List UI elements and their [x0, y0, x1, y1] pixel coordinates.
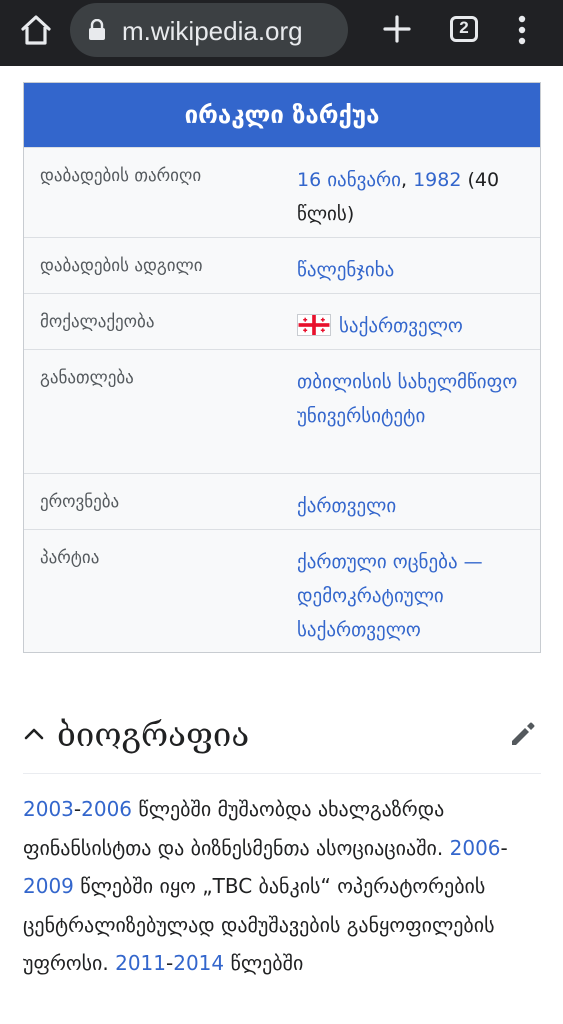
georgia-flag-icon	[297, 314, 331, 336]
more-menu-button[interactable]	[509, 12, 535, 48]
birth-place-link[interactable]: წალენჯიხა	[297, 259, 394, 281]
tab-count: 2	[459, 18, 469, 37]
infobox-row-citizenship: მოქალაქეობა საქართველო	[24, 293, 540, 349]
year-link[interactable]: 2003	[23, 797, 74, 821]
home-button[interactable]	[18, 12, 54, 48]
row-label: დაბადების თარიღი	[40, 166, 202, 186]
year-link[interactable]: 2006	[450, 836, 501, 860]
infobox-row-education: განათლება თბილისის სახელმწიფო უნივერსიტე…	[24, 349, 540, 473]
row-label: პარტია	[40, 548, 100, 568]
infobox-row-ethnicity: ეროვნება ქართველი	[24, 473, 540, 529]
infobox-row-birth-place: დაბადების ადგილი წალენჯიხა	[24, 237, 540, 293]
birth-year-link[interactable]: 1982	[413, 169, 461, 191]
row-label: ეროვნება	[40, 492, 120, 512]
infobox: ირაკლი ზარქუა დაბადების თარიღი 16 იანვარ…	[23, 82, 541, 653]
row-value: წალენჯიხა	[297, 238, 540, 287]
education-link[interactable]: თბილისის სახელმწიფო უნივერსიტეტი	[297, 371, 517, 427]
citizenship-link[interactable]: საქართველო	[339, 315, 463, 337]
section-title: ბიოგრაფია	[57, 715, 250, 754]
row-value: საქართველო	[297, 294, 540, 343]
biography-paragraph: 2003-2006 წლებში მუშაობდა ახალგაზრდა ფინ…	[23, 790, 543, 983]
row-value: ქართული ოცნება — დემოკრატიული საქართველო	[297, 530, 540, 647]
infobox-row-party: პარტია ქართული ოცნება — დემოკრატიული საქ…	[24, 529, 540, 652]
url-text: m.wikipedia.org	[122, 16, 303, 46]
row-value: თბილისის სახელმწიფო უნივერსიტეტი	[297, 350, 540, 433]
year-link[interactable]: 2009	[23, 874, 74, 898]
address-bar[interactable]: m.wikipedia.org	[70, 3, 348, 57]
paragraph-text: წლებში	[224, 951, 304, 975]
browser-toolbar: m.wikipedia.org 2	[0, 0, 563, 66]
plus-icon	[383, 15, 411, 43]
dash: -	[500, 835, 508, 860]
row-value: 16 იანვარი, 1982 (40 წლის)	[297, 148, 540, 231]
section-header-biography[interactable]: ბიოგრაფია	[23, 708, 541, 774]
year-link[interactable]: 2011	[115, 951, 166, 975]
birth-date-link[interactable]: 16 იანვარი	[297, 169, 401, 191]
comma: ,	[400, 169, 414, 191]
chevron-up-icon[interactable]	[23, 723, 45, 745]
infobox-row-birth-date: დაბადების თარიღი 16 იანვარი, 1982 (40 წლ…	[24, 147, 540, 237]
more-vert-icon	[518, 15, 526, 45]
tab-switcher-button[interactable]: 2	[448, 14, 480, 44]
row-label: განათლება	[40, 368, 134, 388]
home-icon	[21, 15, 51, 45]
row-value: ქართველი	[297, 474, 540, 523]
infobox-title: ირაკლი ზარქუა	[24, 83, 540, 147]
ethnicity-link[interactable]: ქართველი	[297, 495, 396, 517]
row-label: დაბადების ადგილი	[40, 256, 203, 276]
year-link[interactable]: 2014	[173, 951, 224, 975]
row-label: მოქალაქეობა	[40, 312, 155, 332]
new-tab-button[interactable]	[380, 12, 414, 46]
lock-icon	[89, 19, 105, 40]
party-link[interactable]: ქართული ოცნება — დემოკრატიული საქართველო	[297, 551, 483, 641]
edit-pencil-icon[interactable]	[509, 720, 537, 748]
year-link[interactable]: 2006	[81, 797, 132, 821]
